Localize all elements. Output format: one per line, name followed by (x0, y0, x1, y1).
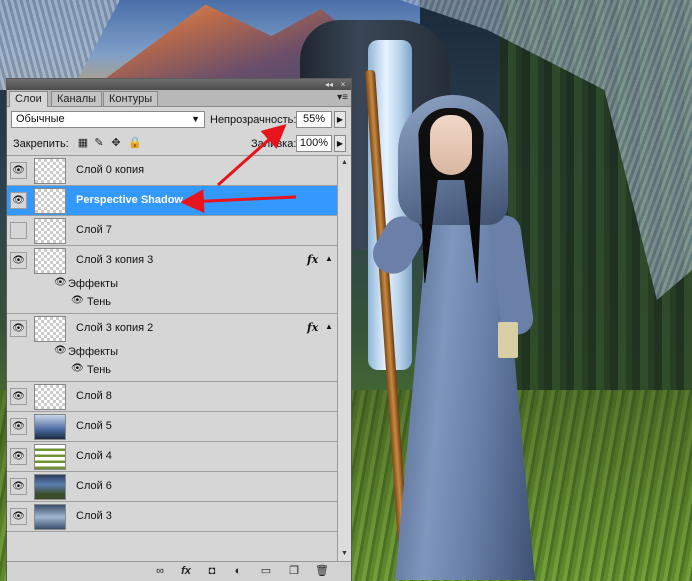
blend-row: Обычные ▼ Непрозрачность: 55% ▶ (7, 108, 351, 132)
layer-thumbnail (34, 248, 66, 274)
lock-move-icon[interactable]: ✥ (110, 137, 122, 149)
eye-icon[interactable]: 👁 (10, 448, 27, 465)
panel-titlebar: ◂◂ × (7, 79, 351, 90)
effect-name: Тень (87, 296, 112, 308)
layer-thumbnail (34, 218, 66, 244)
layer-row[interactable]: 👁 Слой 0 копия (7, 156, 337, 186)
layer-name: Слой 8 (76, 390, 112, 402)
layer-thumbnail (34, 316, 66, 342)
close-icon[interactable]: × (337, 79, 349, 90)
add-mask-icon[interactable]: ◘ (205, 565, 219, 578)
eye-icon[interactable]: 👁 (10, 252, 27, 269)
layer-group-row[interactable]: 👁 Слой 3 копия 2 fx ▲ 👁 Эффекты 👁 Тень (7, 314, 337, 382)
layer-name: Слой 5 (76, 420, 112, 432)
layer-thumbnail (34, 188, 66, 214)
tab-paths[interactable]: Контуры (103, 91, 159, 106)
layer-row[interactable]: 👁 Слой 8 (7, 382, 337, 412)
panel-footer: ∞ fx ◘ ◐ ▭ ❐ 🗑 (7, 561, 351, 581)
layer-thumbnail (34, 474, 66, 500)
new-layer-icon[interactable]: ❐ (287, 565, 301, 578)
trash-icon[interactable]: 🗑 (315, 565, 329, 578)
expand-arrow-icon[interactable]: ▲ (325, 322, 333, 331)
book (498, 322, 518, 358)
layer-name: Слой 0 копия (76, 164, 145, 176)
layer-name: Слой 3 копия 2 (76, 322, 154, 334)
eye-icon[interactable]: 👁 (10, 320, 27, 337)
eye-icon[interactable]: 👁 (10, 508, 27, 525)
panel-menu-icon[interactable]: ▾≡ (337, 92, 348, 103)
eye-icon[interactable]: 👁 (10, 192, 27, 209)
eye-icon[interactable]: 👁 (10, 222, 27, 239)
lock-row: Закрепить: ▦ ✎ ✥ 🔒 Заливка: 100% ▶ (7, 133, 351, 156)
eye-icon[interactable]: 👁 (10, 418, 27, 435)
layer-row[interactable]: 👁 Слой 6 (7, 472, 337, 502)
layer-row[interactable]: 👁 Слой 4 (7, 442, 337, 472)
expand-arrow-icon[interactable]: ▲ (325, 254, 333, 263)
eye-icon[interactable]: 👁 (54, 345, 67, 356)
opacity-field[interactable]: 55% (296, 111, 332, 128)
effect-row[interactable]: 👁 Тень (7, 362, 337, 379)
layer-name: Слой 7 (76, 224, 112, 236)
layers-panel: ◂◂ × Слои Каналы Контуры ▾≡ Обычные ▼ Не… (6, 78, 352, 581)
woman-face (430, 115, 472, 175)
lock-paint-icon[interactable]: ✎ (93, 137, 105, 149)
fill-slider-button[interactable]: ▶ (334, 135, 346, 152)
panel-tabs: Слои Каналы Контуры ▾≡ (7, 90, 351, 107)
layer-thumbnail (34, 158, 66, 184)
eye-icon[interactable]: 👁 (54, 277, 67, 288)
layer-name: Слой 3 копия 3 (76, 254, 154, 266)
layer-row[interactable]: 👁 Слой 3 (7, 502, 337, 532)
scroll-up-icon[interactable]: ▲ (338, 157, 351, 169)
fx-icon[interactable]: fx (179, 565, 193, 578)
tab-layers[interactable]: Слои (9, 91, 48, 107)
effects-row[interactable]: 👁 Эффекты (7, 276, 337, 293)
eye-icon[interactable]: 👁 (10, 162, 27, 179)
layer-thumbnail (34, 504, 66, 530)
effect-name: Тень (87, 364, 112, 376)
effects-label: Эффекты (68, 278, 119, 290)
layer-group-row[interactable]: 👁 Слой 3 копия 3 fx ▲ 👁 Эффекты 👁 Тень (7, 246, 337, 314)
lock-transparency-icon[interactable]: ▦ (77, 137, 89, 149)
effects-row[interactable]: 👁 Эффекты (7, 344, 337, 361)
new-group-icon[interactable]: ▭ (259, 565, 273, 578)
layer-thumbnail (34, 444, 66, 470)
opacity-slider-button[interactable]: ▶ (334, 111, 346, 128)
chevron-down-icon: ▼ (191, 114, 200, 124)
layer-name: Слой 4 (76, 450, 112, 462)
eye-icon[interactable]: 👁 (10, 478, 27, 495)
tab-channels[interactable]: Каналы (51, 91, 103, 106)
scroll-down-icon[interactable]: ▼ (338, 548, 351, 560)
layer-row[interactable]: 👁 Слой 7 (7, 216, 337, 246)
fx-icon[interactable]: fx (307, 321, 318, 334)
lock-label: Закрепить: (13, 138, 69, 150)
layer-row[interactable]: 👁 Слой 5 (7, 412, 337, 442)
layers-list: 👁 Слой 0 копия 👁 Perspective Shadow 👁 Сл… (7, 156, 337, 561)
effect-row[interactable]: 👁 Тень (7, 294, 337, 311)
layer-row-selected[interactable]: 👁 Perspective Shadow (7, 186, 337, 216)
eye-icon[interactable]: 👁 (71, 363, 84, 374)
eye-icon[interactable]: 👁 (71, 295, 84, 306)
blend-mode-select[interactable]: Обычные ▼ (11, 111, 205, 128)
fx-icon[interactable]: fx (307, 253, 318, 266)
layers-scrollbar[interactable]: ▲ ▼ (337, 156, 351, 561)
adjustment-layer-icon[interactable]: ◐ (231, 565, 245, 578)
layer-thumbnail (34, 384, 66, 410)
layer-name: Слой 3 (76, 510, 112, 522)
link-layers-icon[interactable]: ∞ (153, 565, 167, 578)
fill-label: Заливка: (251, 138, 297, 150)
opacity-label: Непрозрачность: (210, 114, 297, 126)
lock-all-icon[interactable]: 🔒 (128, 137, 142, 149)
layer-thumbnail (34, 414, 66, 440)
layer-name: Perspective Shadow (76, 194, 183, 206)
effects-label: Эффекты (68, 346, 119, 358)
collapse-icon[interactable]: ◂◂ (323, 79, 335, 90)
eye-icon[interactable]: 👁 (10, 388, 27, 405)
layer-name: Слой 6 (76, 480, 112, 492)
fill-field[interactable]: 100% (296, 135, 332, 152)
